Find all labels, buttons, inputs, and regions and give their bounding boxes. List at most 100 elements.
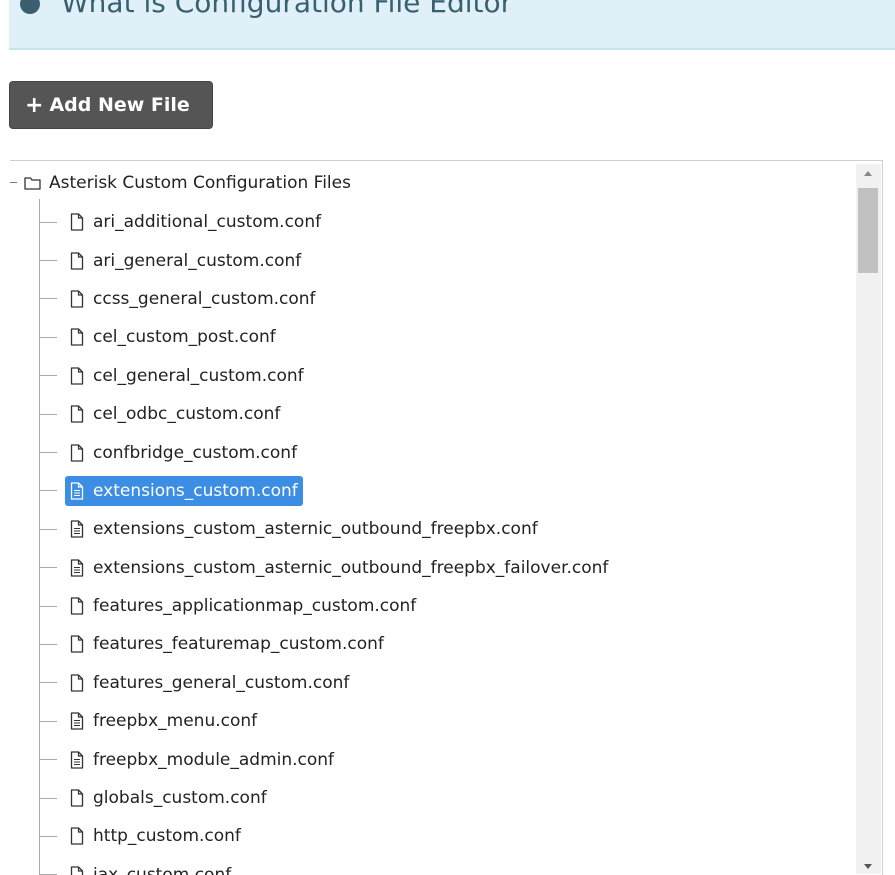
tree-branch-line — [39, 567, 57, 569]
tree-branch-line — [39, 375, 57, 377]
tree-file-label: features_general_custom.conf — [93, 672, 350, 693]
tree-file-node[interactable]: iax_custom.conf — [65, 860, 236, 875]
plus-icon: + — [25, 92, 44, 118]
tree-file-label: confbridge_custom.conf — [93, 442, 298, 463]
tree-branch-line — [39, 260, 57, 262]
tree-file-label: ari_additional_custom.conf — [93, 212, 322, 233]
tree-file-item[interactable]: freepbx_menu.conf — [39, 702, 613, 740]
tree-file-node[interactable]: features_applicationmap_custom.conf — [65, 591, 421, 621]
tree-branch-line — [39, 490, 57, 492]
file-icon — [70, 213, 84, 231]
tree-file-node[interactable]: freepbx_module_admin.conf — [65, 745, 339, 775]
tree-branch-line — [39, 605, 57, 607]
tree-file-item[interactable]: ccss_general_custom.conf — [39, 280, 613, 318]
tree-file-item[interactable]: extensions_custom.conf — [39, 472, 613, 510]
tree-branch-line — [39, 797, 57, 799]
tree-file-node[interactable]: ari_additional_custom.conf — [65, 207, 326, 237]
tree-branch-line — [39, 528, 57, 530]
tree-file-label: features_featuremap_custom.conf — [93, 634, 384, 655]
tree-root-node[interactable]: Asterisk Custom Configuration Files — [10, 169, 351, 197]
file-icon — [70, 367, 84, 385]
tree-file-item[interactable]: ari_general_custom.conf — [39, 241, 613, 279]
file-text-icon — [70, 751, 84, 769]
tree-branch-line — [39, 413, 57, 415]
info-banner[interactable]: What is Configuration File Editor — [9, 0, 895, 50]
file-icon — [70, 597, 84, 615]
tree-branch-line — [39, 835, 57, 837]
tree-file-item[interactable]: cel_odbc_custom.conf — [39, 395, 613, 433]
file-text-icon — [70, 482, 84, 500]
tree-file-label: features_applicationmap_custom.conf — [93, 596, 417, 617]
tree-file-node[interactable]: extensions_custom_asternic_outbound_free… — [65, 553, 613, 583]
tree-file-node[interactable]: globals_custom.conf — [65, 783, 272, 813]
tree-file-item[interactable]: features_general_custom.conf — [39, 664, 613, 702]
tree-children: ari_additional_custom.conf ari_general_cu… — [39, 203, 613, 875]
tree-file-node[interactable]: confbridge_custom.conf — [65, 438, 302, 468]
tree-file-item[interactable]: features_applicationmap_custom.conf — [39, 587, 613, 625]
tree-file-label: freepbx_menu.conf — [93, 711, 258, 732]
tree-file-node[interactable]: cel_custom_post.conf — [65, 322, 281, 352]
file-icon — [70, 443, 84, 462]
tree-file-node[interactable]: features_featuremap_custom.conf — [65, 629, 389, 659]
file-icon — [70, 827, 84, 846]
tree-file-item[interactable]: http_custom.conf — [39, 817, 613, 855]
file-icon — [70, 328, 84, 347]
tree-file-label: extensions_custom.conf — [93, 480, 298, 501]
tree-file-item[interactable]: freepbx_module_admin.conf — [39, 740, 613, 778]
tree-branch-line — [39, 682, 57, 684]
tree-file-node[interactable]: ccss_general_custom.conf — [65, 284, 321, 314]
tree-root-label: Asterisk Custom Configuration Files — [49, 173, 351, 193]
tree-file-node[interactable]: cel_general_custom.conf — [65, 361, 309, 391]
tree-file-label: cel_general_custom.conf — [93, 365, 304, 386]
tree-file-item[interactable]: cel_custom_post.conf — [39, 318, 613, 356]
tree-file-item[interactable]: cel_general_custom.conf — [39, 357, 613, 395]
scroll-down-icon[interactable] — [864, 864, 872, 869]
tree-file-label: extensions_custom_asternic_outbound_free… — [93, 557, 609, 578]
file-text-icon — [70, 712, 84, 730]
file-tree: Asterisk Custom Configuration Files ari_… — [10, 160, 883, 875]
info-banner-text: What is Configuration File Editor — [61, 0, 513, 19]
tree-file-node-selected[interactable]: extensions_custom.conf — [65, 475, 303, 506]
add-new-file-label: Add New File — [49, 94, 190, 116]
tree-branch-line — [39, 221, 57, 223]
file-icon — [70, 405, 84, 423]
file-icon — [70, 674, 84, 692]
tree-file-node[interactable]: cel_odbc_custom.conf — [65, 399, 285, 429]
tree-file-label: iax_custom.conf — [93, 864, 232, 875]
tree-branch-line — [39, 643, 57, 645]
tree-file-item[interactable]: ari_additional_custom.conf — [39, 203, 613, 241]
folder-icon — [24, 177, 41, 190]
vertical-scrollbar[interactable] — [856, 164, 881, 874]
tree-branch-line — [39, 759, 57, 761]
tree-file-label: cel_odbc_custom.conf — [93, 404, 281, 425]
file-icon — [70, 251, 84, 270]
tree-file-item[interactable]: confbridge_custom.conf — [39, 433, 613, 471]
tree-file-node[interactable]: freepbx_menu.conf — [65, 706, 262, 736]
tree-file-node[interactable]: http_custom.conf — [65, 821, 246, 851]
file-icon — [70, 635, 84, 654]
tree-file-item[interactable]: globals_custom.conf — [39, 779, 613, 817]
tree-file-item[interactable]: iax_custom.conf — [39, 856, 613, 875]
file-icon — [70, 290, 84, 308]
tree-branch-line — [39, 336, 57, 338]
tree-file-label: cel_custom_post.conf — [93, 327, 276, 348]
scrollbar-thumb[interactable] — [858, 188, 878, 273]
tree-file-item[interactable]: features_featuremap_custom.conf — [39, 625, 613, 663]
file-icon — [70, 789, 84, 807]
tree-file-label: http_custom.conf — [93, 826, 241, 847]
add-new-file-button[interactable]: + Add New File — [9, 81, 213, 129]
tree-file-item[interactable]: extensions_custom_asternic_outbound_free… — [39, 549, 613, 587]
collapse-handle-icon[interactable] — [10, 176, 18, 190]
tree-file-node[interactable]: ari_general_custom.conf — [65, 246, 306, 276]
tree-branch-line — [39, 720, 57, 722]
file-text-icon — [70, 520, 84, 538]
tree-file-node[interactable]: extensions_custom_asternic_outbound_free… — [65, 514, 543, 544]
tree-file-label: freepbx_module_admin.conf — [93, 749, 335, 770]
tree-file-item[interactable]: extensions_custom_asternic_outbound_free… — [39, 510, 613, 548]
tree-branch-line — [39, 452, 57, 454]
scroll-up-icon[interactable] — [864, 171, 872, 176]
tree-file-node[interactable]: features_general_custom.conf — [65, 668, 354, 698]
file-text-icon — [70, 559, 84, 577]
tree-file-label: globals_custom.conf — [93, 788, 267, 809]
tree-file-label: extensions_custom_asternic_outbound_free… — [93, 519, 538, 540]
